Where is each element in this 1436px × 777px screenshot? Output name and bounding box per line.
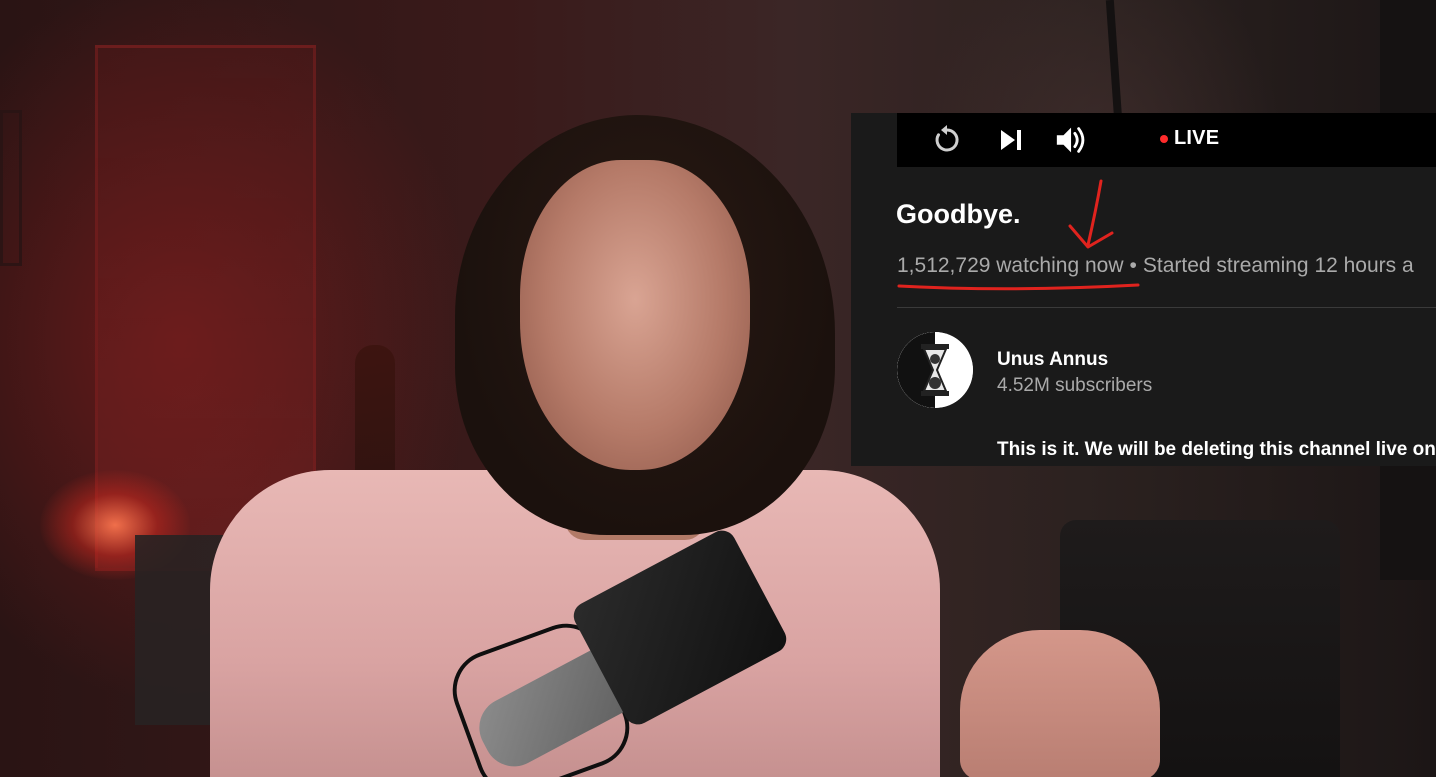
divider (897, 307, 1436, 308)
replay-button[interactable] (929, 122, 965, 158)
stream-start-time: Started streaming 12 hours a (1142, 254, 1414, 277)
subscriber-count: 4.52M subscribers (997, 375, 1153, 396)
live-badge[interactable]: LIVE (1160, 127, 1219, 150)
skip-next-icon (1001, 130, 1021, 150)
viewer-count: 1,512,729 watching now (897, 254, 1124, 277)
background-picture-frame (0, 110, 22, 266)
player-controls-bar: LIVE (897, 113, 1436, 167)
next-button[interactable] (993, 122, 1029, 158)
person-hand (960, 630, 1160, 777)
hourglass-skull-icon (897, 332, 973, 408)
youtube-overlay: LIVE Goodbye. 1,512,729 watching now • Sta… (851, 113, 1436, 466)
live-indicator-dot (1160, 134, 1168, 143)
video-title: Goodbye. (896, 199, 1021, 229)
volume-icon (1056, 127, 1085, 153)
channel-avatar[interactable] (897, 332, 973, 408)
video-stats: 1,512,729 watching now • Started streaming… (897, 254, 1414, 278)
background-cable (1105, 0, 1123, 121)
volume-button[interactable] (1054, 122, 1090, 158)
stats-separator: • (1129, 254, 1137, 277)
live-label: LIVE (1174, 127, 1220, 149)
video-description: This is it. We will be deleting this cha… (997, 439, 1436, 460)
person-face (520, 160, 750, 470)
channel-name[interactable]: Unus Annus (997, 349, 1108, 371)
replay-icon (935, 125, 959, 152)
